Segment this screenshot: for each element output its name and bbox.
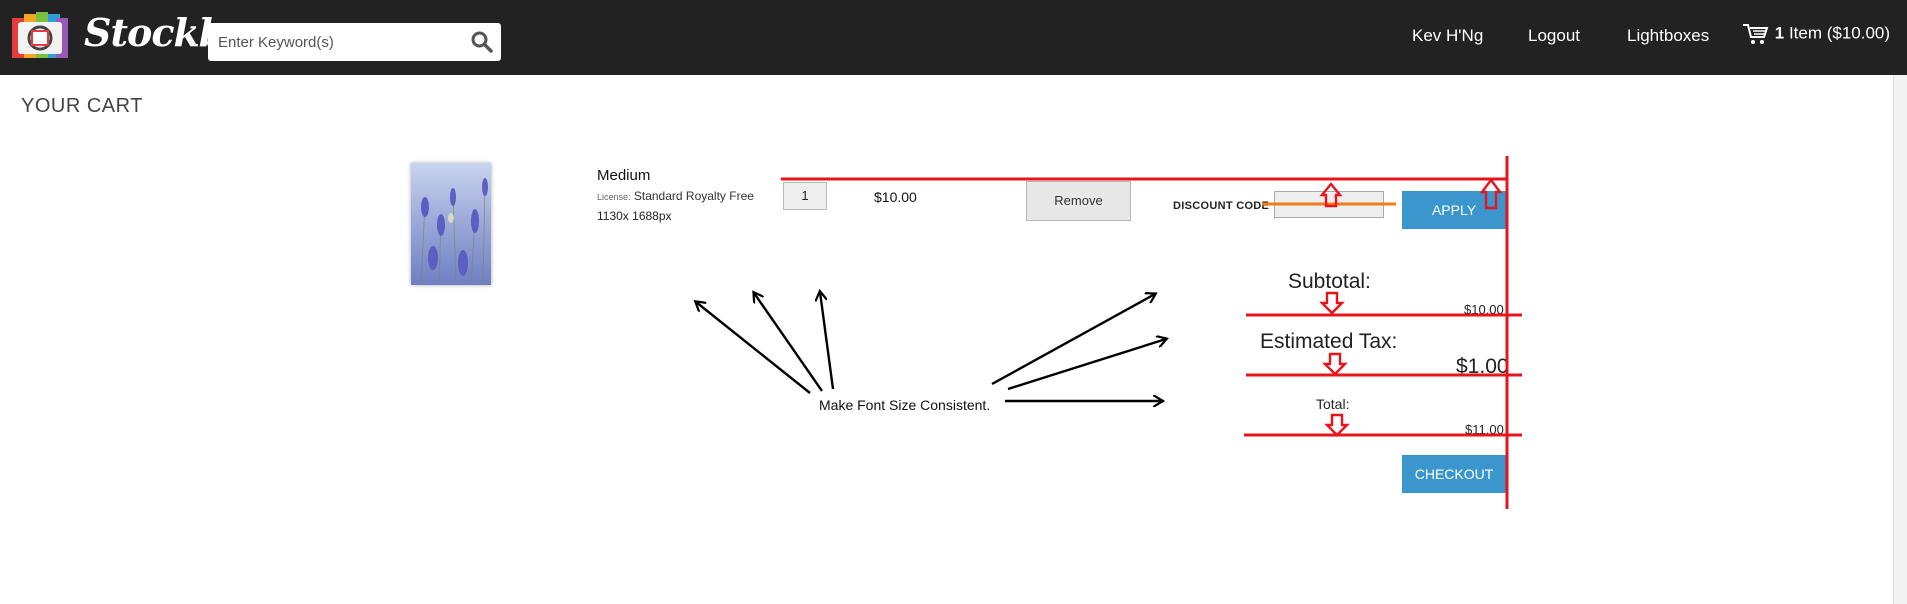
cart-count: 1 — [1774, 23, 1785, 43]
estimated-tax-label: Estimated Tax: — [1260, 330, 1398, 353]
apply-button[interactable]: APPLY — [1402, 191, 1506, 229]
item-dimensions: 1130x 1688px — [597, 209, 672, 223]
license-type: Standard Royalty Free — [633, 189, 754, 203]
logout-link[interactable]: Logout — [1528, 26, 1580, 46]
checkout-button[interactable]: CHECKOUT — [1402, 455, 1506, 493]
total-label: Total: — [1316, 396, 1350, 412]
shopping-cart-icon — [1743, 24, 1769, 44]
license-label: License: — [597, 192, 631, 202]
discount-code-input[interactable] — [1274, 191, 1384, 218]
camera-logo-icon[interactable] — [12, 12, 68, 60]
item-price: $10.00 — [874, 189, 917, 205]
black-arrows — [696, 292, 1166, 401]
search-icon[interactable] — [470, 30, 494, 54]
remove-button[interactable]: Remove — [1026, 181, 1131, 221]
total-value: $11.00 — [1465, 422, 1504, 437]
cart-link[interactable]: 1 Item ($10.00) — [1742, 22, 1890, 46]
quantity-input[interactable]: 1 — [783, 182, 827, 210]
user-account-link[interactable]: Kev H'Ng — [1412, 26, 1483, 46]
search-box — [208, 23, 501, 61]
cart-summary-label: Item ($10.00) — [1788, 23, 1891, 43]
subtotal-label: Subtotal: — [1288, 270, 1371, 293]
item-thumbnail-image[interactable] — [411, 163, 491, 285]
lightboxes-link[interactable]: Lightboxes — [1627, 26, 1709, 46]
item-size-label: Medium — [597, 167, 651, 184]
item-license: License: Standard Royalty Free — [597, 189, 754, 203]
subtotal-value: $10.00 — [1464, 302, 1504, 317]
lavender-photo — [411, 163, 491, 285]
search-input[interactable] — [208, 23, 458, 61]
discount-code-label: DISCOUNT CODE — [1173, 200, 1270, 212]
annotation-overlay — [0, 156, 1522, 509]
annotation-note: Make Font Size Consistent. — [819, 397, 991, 413]
estimated-tax-value: $1.00 — [1456, 355, 1509, 378]
top-header: Stockbo Kev H'Ng Logout Lightboxes 1 Ite… — [0, 0, 1907, 75]
page-title: YOUR CART — [21, 95, 143, 117]
page-scrollbar[interactable] — [1893, 75, 1907, 604]
